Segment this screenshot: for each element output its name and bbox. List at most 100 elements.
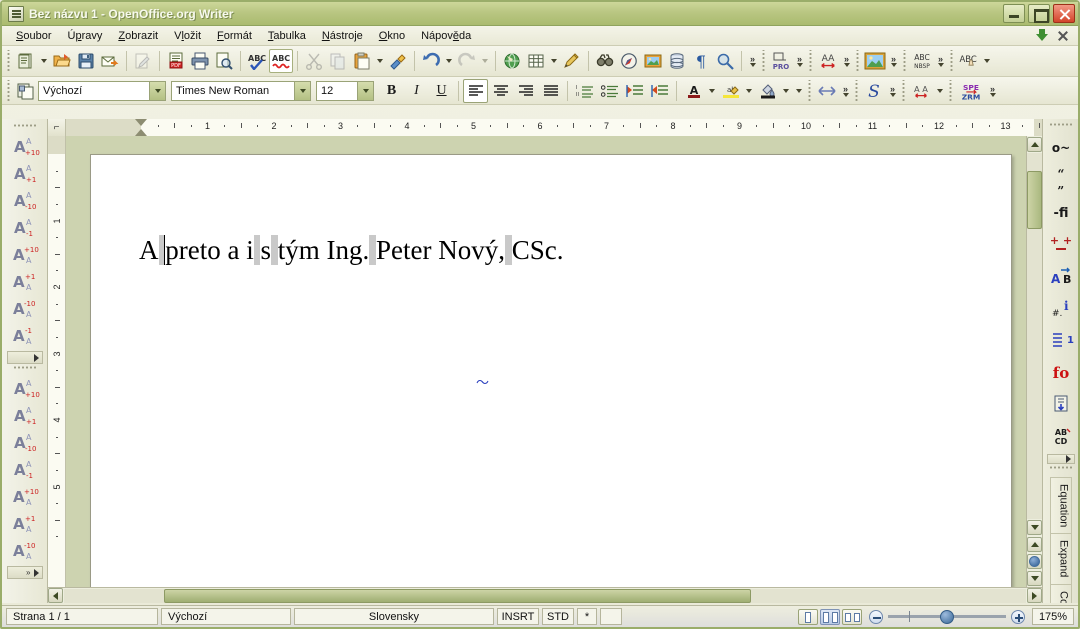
- font-size-dropdown[interactable]: [357, 81, 373, 100]
- minimize-button[interactable]: [1003, 4, 1025, 23]
- page-status[interactable]: Strana 1 / 1: [6, 608, 158, 625]
- menu-napoveda[interactable]: Nápověda: [413, 28, 479, 44]
- underline-button[interactable]: U: [429, 79, 454, 103]
- menu-vlozit[interactable]: Vložit: [166, 28, 209, 44]
- config-panel-tab[interactable]: Config: [1049, 583, 1072, 603]
- autospellcheck-button[interactable]: ABC: [269, 49, 293, 73]
- nbsp-toolbar-overflow[interactable]: »: [934, 48, 947, 74]
- increase-indent-icon[interactable]: [647, 79, 672, 103]
- document-text-line[interactable]: A preto a i s tým Ing. Peter Nový, CSc.: [139, 235, 981, 266]
- left-toolbar-grip-1[interactable]: [12, 124, 37, 130]
- expand-panel-tab[interactable]: Expand: [1049, 533, 1072, 585]
- background-color-dropdown[interactable]: [780, 79, 792, 103]
- first-line-indent-marker[interactable]: [135, 119, 147, 126]
- previous-page-button[interactable]: [1027, 537, 1042, 552]
- menu-nastroje[interactable]: Nástroje: [314, 28, 371, 44]
- show-draw-functions[interactable]: [560, 49, 584, 73]
- export-pdf-button[interactable]: PDF: [164, 49, 188, 73]
- navigator-button[interactable]: [617, 49, 641, 73]
- nbsp-toolbar-grip[interactable]: [902, 50, 908, 72]
- horizontal-ruler[interactable]: 1 2 3 4 5 6 7 8 9 10 11 12 13: [66, 119, 1042, 136]
- abc-hand-toolbar-dropdown[interactable]: [981, 49, 993, 73]
- paste-dropdown[interactable]: [374, 49, 386, 73]
- aa-tracking-overflow[interactable]: [933, 78, 946, 104]
- right-panel-grip[interactable]: [1048, 466, 1073, 472]
- language-status[interactable]: Slovensky: [294, 608, 494, 625]
- zoom-slider-thumb[interactable]: [940, 610, 954, 624]
- vertical-scroll-thumb[interactable]: [1027, 171, 1042, 229]
- data-sources-button[interactable]: [665, 49, 689, 73]
- clone-formatting-button[interactable]: [386, 49, 410, 73]
- numbered-list-icon[interactable]: I II: [572, 79, 597, 103]
- left-toolbar-1-overflow[interactable]: [6, 351, 43, 364]
- font3-up-10-button[interactable]: A A +10: [8, 375, 42, 401]
- right-toolbar-grip[interactable]: [1048, 123, 1073, 129]
- kerning-toolbar-overflow[interactable]: »: [840, 48, 853, 74]
- align-justify-icon[interactable]: [538, 79, 563, 103]
- menu-upravy[interactable]: Úpravy: [59, 28, 110, 44]
- font-name-combo[interactable]: Times New Roman: [171, 80, 311, 101]
- document-page[interactable]: A preto a i s tým Ing. Peter Nový, CSc. …: [90, 154, 1012, 587]
- open-button[interactable]: [50, 49, 74, 73]
- tab-stop-left-icon[interactable]: ⌐: [48, 119, 66, 136]
- font-color-dropdown[interactable]: [706, 79, 718, 103]
- page-insert-button[interactable]: [1046, 388, 1076, 420]
- zoom-out-button[interactable]: [869, 609, 883, 624]
- new-document-button[interactable]: [14, 49, 38, 73]
- script-toolbar-overflow[interactable]: »: [886, 78, 899, 104]
- quotes-button[interactable]: “„: [1046, 164, 1076, 196]
- gallery-button[interactable]: [641, 49, 665, 73]
- close-document-icon[interactable]: [1056, 29, 1070, 43]
- menu-format[interactable]: Formát: [209, 28, 260, 44]
- undo-button[interactable]: [419, 49, 443, 73]
- zoom-button[interactable]: [713, 49, 737, 73]
- font-color-icon[interactable]: A: [681, 79, 706, 103]
- maximize-button[interactable]: [1028, 4, 1050, 23]
- decrease-indent-icon[interactable]: [622, 79, 647, 103]
- ligature-fi-button[interactable]: -fi: [1046, 196, 1076, 228]
- abcd-button[interactable]: AB CD: [1046, 420, 1076, 452]
- insert-mode-status[interactable]: INSRT: [497, 608, 539, 625]
- modified-status[interactable]: *: [577, 608, 597, 625]
- right-toolbar-overflow[interactable]: [1046, 454, 1075, 464]
- font-down-10-button[interactable]: A A -10: [8, 187, 42, 213]
- font-name-dropdown[interactable]: [294, 81, 310, 100]
- font4-down-10-button[interactable]: A -10 A: [8, 537, 42, 563]
- standard-toolbar-overflow[interactable]: »: [746, 48, 759, 74]
- hyperlink-button[interactable]: [500, 49, 524, 73]
- insert-table-dropdown[interactable]: [548, 49, 560, 73]
- abc-hand-icon[interactable]: ABC: [957, 49, 981, 73]
- navigation-object-button[interactable]: [1027, 554, 1042, 569]
- scroll-down-button[interactable]: [1027, 520, 1042, 535]
- paragraph-style-dropdown[interactable]: [149, 81, 165, 100]
- image-toolbar-grip[interactable]: [855, 50, 861, 72]
- align-right-icon[interactable]: [513, 79, 538, 103]
- double-arrow-icon[interactable]: [815, 79, 839, 103]
- spacing-toolbar-overflow[interactable]: »: [839, 78, 852, 104]
- formatting-marks-button[interactable]: ¶: [689, 49, 713, 73]
- save-button[interactable]: [74, 49, 98, 73]
- book-view-button[interactable]: [842, 608, 862, 625]
- scroll-left-button[interactable]: [48, 588, 63, 603]
- image-toolbar-overflow[interactable]: »: [887, 48, 900, 74]
- equation-panel-tab[interactable]: Equation: [1049, 477, 1072, 535]
- vertical-scrollbar[interactable]: [1026, 136, 1042, 587]
- toolbar-grip[interactable]: [6, 50, 12, 72]
- font2-down-10-button[interactable]: A -10 A: [8, 295, 42, 321]
- spe-zrm-grip[interactable]: [948, 79, 954, 102]
- font-up-10-button[interactable]: A A +10: [8, 133, 42, 159]
- fo-button[interactable]: fo: [1046, 356, 1076, 388]
- spe-zrm-icon[interactable]: SPE ZRM: [956, 79, 986, 103]
- highlight-icon[interactable]: ab: [718, 79, 743, 103]
- find-replace-button[interactable]: [593, 49, 617, 73]
- vertical-scroll-track[interactable]: [1027, 153, 1042, 519]
- formatting-toolbar-grip[interactable]: [6, 79, 12, 102]
- bold-button[interactable]: B: [379, 79, 404, 103]
- font4-up-1-button[interactable]: A +1 A: [8, 510, 42, 536]
- signature-status[interactable]: [600, 608, 622, 625]
- pro-toolbar-grip[interactable]: [761, 50, 767, 72]
- left-toolbar-grip-2[interactable]: [12, 366, 37, 372]
- font3-down-1-button[interactable]: A A -1: [8, 456, 42, 482]
- font3-down-10-button[interactable]: A A -10: [8, 429, 42, 455]
- abc-nbsp-icon[interactable]: ABC NBSP: [910, 49, 934, 73]
